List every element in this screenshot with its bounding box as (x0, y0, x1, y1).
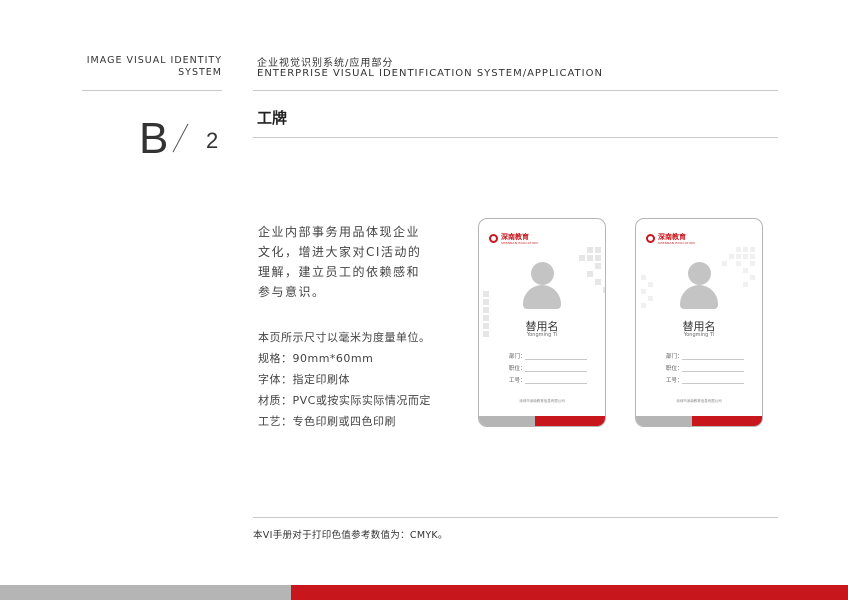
note-item: 本页所示尺寸以毫米为度量单位。 (258, 331, 431, 344)
logo-mark-icon (646, 234, 655, 243)
note-item: 规格：90mm*60mm (258, 352, 374, 365)
header-en-left: IMAGE VISUAL IDENTITY SYSTEM (82, 55, 222, 79)
section-letter: B (139, 114, 169, 163)
avatar-icon (688, 262, 711, 285)
badge-company: 深圳市深南教育信息有限公司 (676, 399, 722, 403)
avatar-body (523, 285, 561, 309)
badge-field-line (525, 359, 587, 360)
note-item: 材质：PVC或按实际实际情况而定 (258, 394, 431, 407)
badge-field-label: 部门： (509, 354, 526, 360)
badge-name-en: Yongming Ti (683, 332, 715, 338)
bottom-bar-red (291, 585, 848, 600)
badge-card-back: 深南教育 SHENNAN EDUCATION 替用名 Yongming Ti 部… (635, 218, 763, 427)
section-number: 2 (206, 128, 219, 153)
badge-field-line (682, 383, 744, 384)
badge-field-line (525, 383, 587, 384)
avatar-icon (531, 262, 554, 285)
note-item: 字体：指定印刷体 (258, 373, 350, 386)
description: 企业内部事务用品体现企业文化，增进大家对CI活动的理解，建立员工的依赖感和参与意… (258, 225, 422, 299)
badge-bar-grey (479, 416, 535, 426)
header-en-line1: IMAGE VISUAL IDENTITY (86, 55, 222, 66)
footer-divider (253, 517, 778, 518)
badge-field-label: 部门： (666, 354, 683, 360)
section-slash (172, 123, 189, 153)
badge-field-label: 职位： (666, 366, 683, 372)
badge-field-line (525, 371, 587, 372)
header-title-en: ENTERPRISE VISUAL IDENTIFICATION SYSTEM/… (257, 68, 603, 79)
badge-bar-red (692, 416, 762, 426)
header-divider (253, 90, 778, 91)
badge-bar-grey (636, 416, 692, 426)
logo-mark-icon (489, 234, 498, 243)
left-divider (82, 90, 222, 91)
badge-card-front: 深南教育 SHENNAN EDUCATION 替用名 Yongming Ti 部… (478, 218, 606, 427)
badge-field-line (682, 359, 744, 360)
title-divider (253, 137, 778, 138)
bottom-bar-grey (0, 585, 291, 600)
badge-logo-sub: SHENNAN EDUCATION (658, 241, 695, 245)
header-title-cn: 企业视觉识别系统/应用部分 (257, 58, 394, 69)
badge-field-label: 职位： (509, 366, 526, 372)
note-item: 工艺：专色印刷或四色印刷 (258, 415, 396, 428)
footer-note: 本VI手册对于打印色值参考数值为：CMYK。 (253, 530, 448, 541)
section-title: 工牌 (257, 109, 288, 127)
badge-name-en: Yongming Ti (526, 332, 558, 338)
notes-list: 本页所示尺寸以毫米为度量单位。 规格：90mm*60mm 字体：指定印刷体 材质… (258, 327, 431, 432)
badge-field-line (682, 371, 744, 372)
badge-field-label: 工号： (666, 378, 683, 384)
avatar-body (680, 285, 718, 309)
header-en-line2: SYSTEM (178, 67, 222, 78)
badge-bar-red (535, 416, 605, 426)
badge-logo-sub: SHENNAN EDUCATION (501, 241, 538, 245)
badge-field-label: 工号： (509, 378, 526, 384)
badge-company: 深圳市深南教育信息有限公司 (519, 399, 565, 403)
